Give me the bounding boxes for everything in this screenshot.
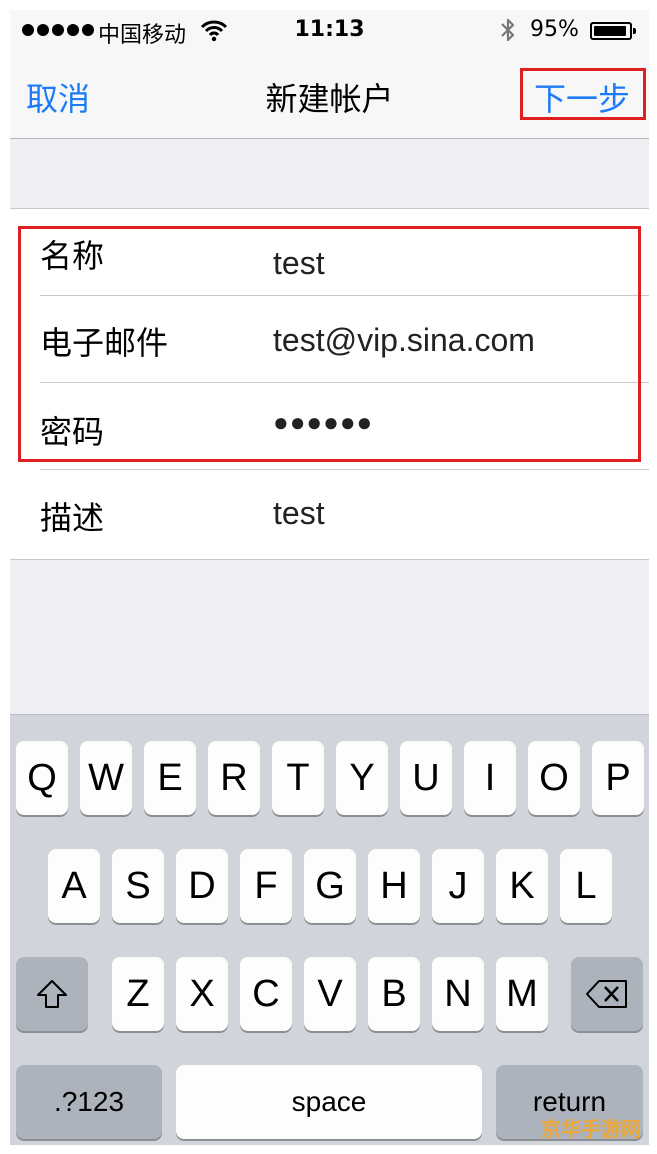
key-j[interactable]: J [432,849,484,923]
name-label: 名称 [40,237,105,275]
key-z[interactable]: Z [112,957,164,1031]
battery-fill [594,26,627,36]
delete-icon [586,980,627,1008]
key-k[interactable]: K [496,849,548,923]
delete-key[interactable] [571,957,643,1031]
key-f[interactable]: F [240,849,292,923]
phone-screen: 中国移动 11:13 95% 取消 新建帐户 下一步 名称 test 电子邮件 [10,10,649,1145]
email-field[interactable]: test@vip.sina.com [273,322,623,359]
next-button[interactable]: 下一步 [534,74,630,120]
key-p[interactable]: P [592,741,644,815]
key-y[interactable]: Y [336,741,388,815]
description-field[interactable]: test [273,495,623,532]
key-e[interactable]: E [144,741,196,815]
shift-key[interactable] [16,957,88,1031]
password-field[interactable]: ●●●●●● [273,407,623,438]
key-h[interactable]: H [368,849,420,923]
numbers-key[interactable]: .?123 [16,1065,162,1139]
key-q[interactable]: Q [16,741,68,815]
key-m[interactable]: M [496,957,548,1031]
key-s[interactable]: S [112,849,164,923]
key-t[interactable]: T [272,741,324,815]
navigation-bar: 取消 新建帐户 下一步 [10,52,649,139]
status-bar: 中国移动 11:13 95% [10,10,649,52]
key-d[interactable]: D [176,849,228,923]
form-row-name[interactable]: 名称 test [10,209,649,296]
key-n[interactable]: N [432,957,484,1031]
key-o[interactable]: O [528,741,580,815]
password-label: 密码 [40,413,105,451]
key-w[interactable]: W [80,741,132,815]
account-form: 名称 test 电子邮件 test@vip.sina.com 密码 ●●●●●●… [10,208,649,560]
description-label: 描述 [40,499,105,537]
key-v[interactable]: V [304,957,356,1031]
watermark: 京华手游网 [541,1117,641,1141]
keyboard: QWERTYUIOP ASDFGHJKL ZXCVBNM .?123 space… [10,714,649,1145]
key-c[interactable]: C [240,957,292,1031]
space-key[interactable]: space [176,1065,482,1139]
key-u[interactable]: U [400,741,452,815]
name-field[interactable]: test [273,245,623,282]
form-row-email[interactable]: 电子邮件 test@vip.sina.com [10,296,649,383]
key-g[interactable]: G [304,849,356,923]
shift-icon [37,980,67,1008]
bluetooth-icon [501,18,515,42]
battery-percent: 95% [530,17,579,42]
key-b[interactable]: B [368,957,420,1031]
key-a[interactable]: A [48,849,100,923]
email-label: 电子邮件 [40,324,169,362]
form-row-description[interactable]: 描述 test [10,471,649,558]
key-x[interactable]: X [176,957,228,1031]
key-r[interactable]: R [208,741,260,815]
battery-icon [590,22,636,40]
key-l[interactable]: L [560,849,612,923]
key-i[interactable]: I [464,741,516,815]
form-row-password[interactable]: 密码 ●●●●●● [10,383,649,470]
